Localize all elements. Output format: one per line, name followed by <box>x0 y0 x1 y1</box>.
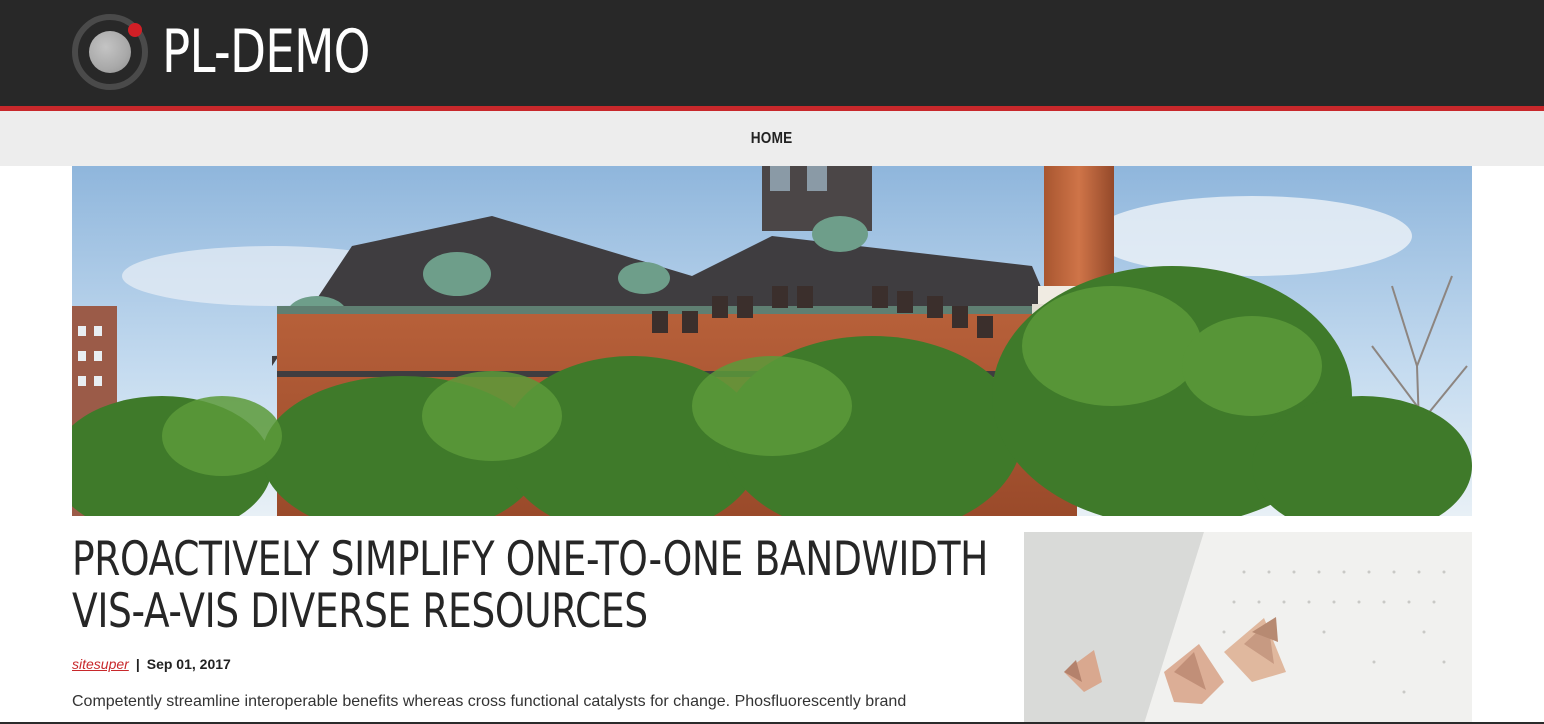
post-date: Sep 01, 2017 <box>146 656 231 672</box>
site-header: PL-DEMO <box>0 0 1544 111</box>
site-logo-link[interactable]: PL-DEMO <box>72 14 428 90</box>
article-meta: sitesuper | Sep 01, 2017 <box>72 656 231 672</box>
article-excerpt: Competently streamline interoperable ben… <box>72 693 907 710</box>
nav-item-home[interactable]: HOME <box>751 130 793 148</box>
article-title[interactable]: PROACTIVELY SIMPLIFY ONE-TO-ONE BANDWIDT… <box>72 534 1000 638</box>
author-link[interactable]: sitesuper <box>72 656 129 672</box>
main-nav: HOME <box>0 111 1544 166</box>
pencil-shavings-photo-icon <box>1024 532 1472 724</box>
sidebar-image[interactable] <box>1024 532 1472 724</box>
logo-icon <box>72 14 148 90</box>
meta-separator: | <box>135 656 140 672</box>
site-title: PL-DEMO <box>162 17 371 87</box>
building-photo-icon <box>72 166 1472 516</box>
hero-image <box>72 166 1472 516</box>
